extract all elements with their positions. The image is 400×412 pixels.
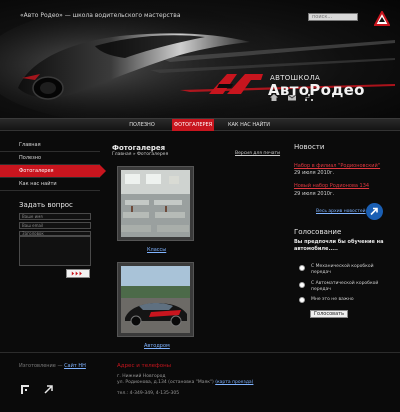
poll-option-any-radio[interactable] [299, 297, 305, 303]
warning-triangle-icon[interactable] [374, 11, 390, 26]
car-photo-icon [121, 266, 190, 333]
sidebar-item-useful[interactable]: Полезно [0, 152, 100, 165]
home-icon[interactable] [270, 94, 278, 101]
sidebar-item-gallery[interactable]: Фотогалерея [0, 165, 106, 178]
arrow-up-right-icon[interactable] [366, 203, 383, 220]
name-field[interactable]: Ваше имя [19, 213, 91, 220]
address-street-line: ул. Родионова, д.134 (остановка "Маяк") … [117, 380, 253, 385]
news-date-2: 29 июля 2010г. [294, 191, 335, 197]
news-date-1: 29 июля 2010г. [294, 170, 335, 176]
mail-icon[interactable] [288, 94, 296, 101]
question-textarea[interactable] [19, 236, 91, 266]
sitemap-icon[interactable] [305, 94, 313, 101]
gallery-photo-autodrome[interactable] [117, 262, 194, 337]
address-phones: тел.: 4-349-349, 4-135-305 [117, 391, 180, 396]
address-title: Адрес и телефоны [117, 363, 172, 369]
address-city: г. Нижний Новгород [117, 374, 166, 379]
news-archive-link[interactable]: Весь архив новостей [316, 209, 366, 214]
sidebar-menu: Главная Полезно Фотогалерея Как нас найт… [0, 139, 106, 191]
poll-option-any-label[interactable]: Мне это не важно [311, 297, 391, 303]
email-field[interactable]: Ваш email [19, 222, 91, 229]
poll-question: Вы предпочли бы обучение на автомобиле..… [294, 239, 384, 252]
map-link[interactable]: (карта проезда) [215, 380, 253, 385]
news-link-1[interactable]: Набор в филиал "Родионовский" [294, 163, 380, 169]
vote-button[interactable]: Голосовать [310, 310, 348, 318]
made-by: Изготовление — Сайт НН [19, 363, 86, 369]
page-title: Фотогалерея [112, 144, 166, 152]
address-street: ул. Родионова, д.134 (остановка "Маяк") [117, 380, 214, 385]
print-version-link[interactable]: Версия для печати [235, 151, 280, 156]
breadcrumb[interactable]: Главная » Фотогалерея [112, 152, 168, 157]
poll-option-manual-label[interactable]: С Механической коробкой передач [311, 264, 391, 276]
poll-title: Голосование [294, 228, 342, 236]
news-title: Новости [294, 143, 325, 151]
main-navigation: ПОЛЕЗНО ФОТОГАЛЕРЕЯ КАК НАС НАЙТИ [0, 118, 400, 131]
classroom-photo-icon [121, 170, 190, 237]
search-input[interactable]: поиск... [308, 13, 358, 21]
photo-caption-autodrome[interactable]: Автодром [144, 343, 170, 349]
made-by-prefix: Изготовление — [19, 363, 65, 369]
news-link-2[interactable]: Новый набор Родионова 134 [294, 183, 369, 189]
site-header: «Авто Родео» — школа водительского масте… [0, 0, 400, 118]
gallery-photo-classes[interactable] [117, 166, 194, 241]
arrow-up-right-icon[interactable] [44, 385, 53, 394]
ask-question-title: Задать вопрос [19, 201, 73, 209]
nav-item-gallery[interactable]: ФОТОГАЛЕРЕЯ [172, 119, 214, 131]
made-by-link[interactable]: Сайт НН [64, 363, 86, 369]
poll-option-automatic-label[interactable]: С Автоматической коробкой передач [311, 281, 391, 293]
sidebar-item-home[interactable]: Главная [0, 139, 100, 152]
photo-caption-classes[interactable]: Классы [147, 247, 166, 253]
corner-logo-icon[interactable] [21, 385, 30, 394]
autorodeo-logo-icon [209, 74, 263, 94]
nav-item-useful[interactable]: ПОЛЕЗНО [117, 119, 167, 131]
poll-option-automatic-radio[interactable] [299, 282, 305, 288]
logo-title: АвтоРодео [268, 81, 365, 99]
sidebar-item-find-us[interactable]: Как нас найти [0, 178, 100, 191]
site-tagline: «Авто Родео» — школа водительского масте… [20, 12, 181, 19]
poll-option-manual-radio[interactable] [299, 265, 305, 271]
nav-item-find-us[interactable]: КАК НАС НАЙТИ [222, 119, 276, 131]
send-question-button[interactable] [66, 269, 90, 278]
